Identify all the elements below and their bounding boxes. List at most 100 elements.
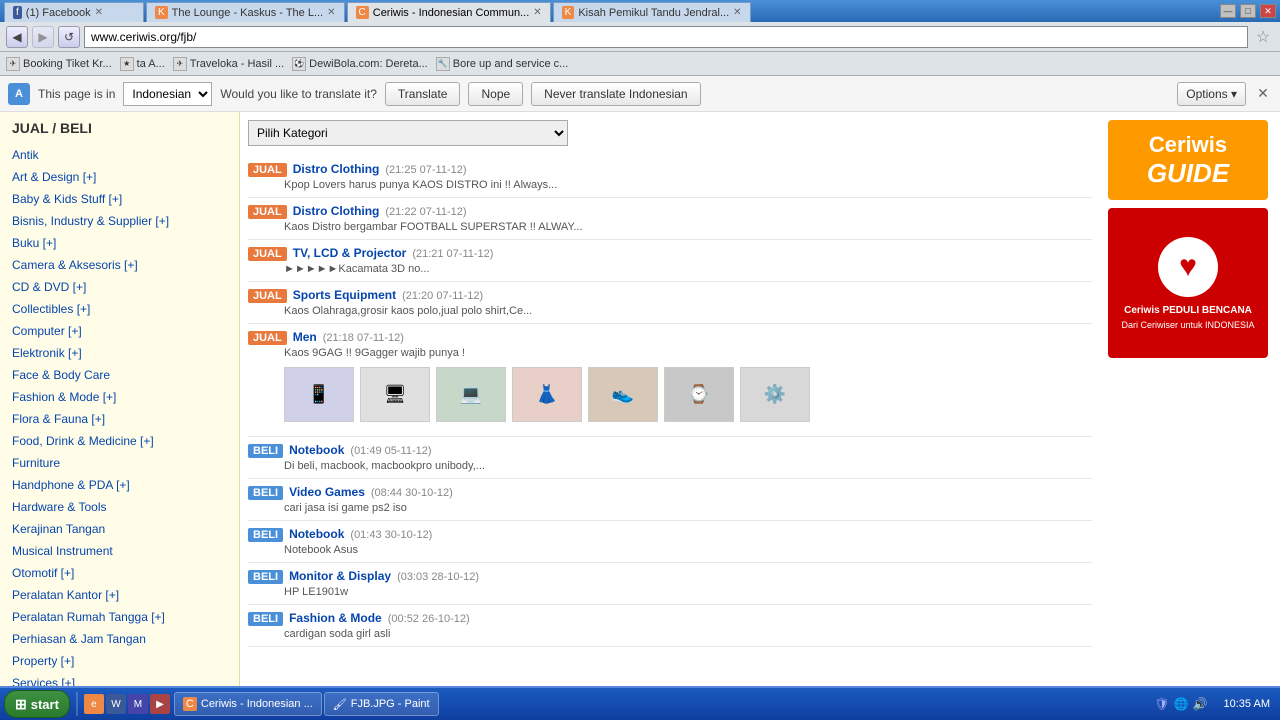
minimize-button[interactable]: — <box>1220 4 1236 18</box>
start-button[interactable]: ⊞ start <box>4 690 70 718</box>
listing-9-header: BELI Fashion & Mode (00:52 26-10-12) <box>248 611 1092 626</box>
tray-network-icon: 🌐 <box>1174 697 1189 711</box>
listing-8-category[interactable]: Monitor & Display <box>289 569 391 583</box>
sidebar-item-cd[interactable]: CD & DVD [+] <box>12 276 227 298</box>
translate-button[interactable]: Translate <box>385 82 461 106</box>
listing-9-category[interactable]: Fashion & Mode <box>289 611 382 625</box>
back-button[interactable]: ◀ <box>6 26 28 48</box>
sidebar-item-flora[interactable]: Flora & Fauna [+] <box>12 408 227 430</box>
sidebar-item-otomotif[interactable]: Otomotif [+] <box>12 562 227 584</box>
sidebar-item-perhiasan[interactable]: Perhiasan & Jam Tangan <box>12 628 227 650</box>
nope-button[interactable]: Nope <box>468 82 523 106</box>
sidebar-item-services[interactable]: Services [+] <box>12 672 227 686</box>
sidebar-item-baby[interactable]: Baby & Kids Stuff [+] <box>12 188 227 210</box>
listing-4-header: JUAL Men (21:18 07-11-12) <box>248 330 1092 345</box>
taskbar-ceriwis[interactable]: C Ceriwis - Indonesian ... <box>174 692 322 716</box>
maximize-button[interactable]: □ <box>1240 4 1256 18</box>
tab-ceriwis[interactable]: C Ceriwis - Indonesian Commun... ✕ <box>347 2 551 22</box>
language-select[interactable]: Indonesian <box>123 82 212 106</box>
sidebar-item-bisnis[interactable]: Bisnis, Industry & Supplier [+] <box>12 210 227 232</box>
quick-launch-3[interactable]: M <box>128 694 148 714</box>
translate-question-label: Would you like to translate it? <box>220 87 377 101</box>
sidebar-item-property[interactable]: Property [+] <box>12 650 227 672</box>
sidebar-item-elektronik[interactable]: Elektronik [+] <box>12 342 227 364</box>
ceriwis-guide-label: GUIDE <box>1147 158 1229 189</box>
close-button[interactable]: ✕ <box>1260 4 1276 18</box>
sidebar-item-antik[interactable]: Antik <box>12 144 227 166</box>
product-thumb-4: 👟 <box>588 367 658 422</box>
forward-button[interactable]: ▶ <box>32 26 54 48</box>
quick-launch-ie[interactable]: e <box>84 694 104 714</box>
listing-0-category[interactable]: Distro Clothing <box>293 162 380 176</box>
listing-6-category[interactable]: Video Games <box>289 485 365 499</box>
tab-facebook[interactable]: f (1) Facebook ✕ <box>4 2 144 22</box>
tab-ceriwis-close[interactable]: ✕ <box>533 7 541 18</box>
sidebar-item-furniture[interactable]: Furniture <box>12 452 227 474</box>
bookmark-dewibola[interactable]: ⚽ DewiBola.com: Dereta... <box>292 57 428 71</box>
sidebar-item-computer[interactable]: Computer [+] <box>12 320 227 342</box>
sidebar-item-peralatan-rumah[interactable]: Peralatan Rumah Tangga [+] <box>12 606 227 628</box>
listing-5-category[interactable]: Notebook <box>289 443 344 457</box>
bookmark-ta[interactable]: ★ ta A... <box>120 57 165 71</box>
right-sidebar: Ceriwis GUIDE ♥ Ceriwis PEDULI BENCANA D… <box>1100 112 1280 686</box>
address-bar[interactable] <box>84 26 1248 48</box>
tab-facebook-close[interactable]: ✕ <box>95 7 103 18</box>
listing-1-category[interactable]: Distro Clothing <box>293 204 380 218</box>
sidebar-item-face[interactable]: Face & Body Care <box>12 364 227 386</box>
listing-4-category[interactable]: Men <box>293 330 317 344</box>
tab-lounge-close[interactable]: ✕ <box>327 7 335 18</box>
listing-0: JUAL Distro Clothing (21:25 07-11-12) Kp… <box>248 156 1092 198</box>
bookmark-booking[interactable]: ✈ Booking Tiket Kr... <box>6 57 112 71</box>
listing-7-category[interactable]: Notebook <box>289 527 344 541</box>
content-area: JUAL / BELI Antik Art & Design [+] Baby … <box>0 112 1280 686</box>
listing-6-badge: BELI <box>248 486 283 500</box>
tab-kisah-close[interactable]: ✕ <box>733 7 741 18</box>
tab-kisah[interactable]: K Kisah Pemikul Tandu Jendral... ✕ <box>553 2 751 22</box>
listing-6: BELI Video Games (08:44 30-10-12) cari j… <box>248 479 1092 521</box>
main-panel: Pilih Kategori JUAL Distro Clothing (21:… <box>240 112 1100 686</box>
options-button[interactable]: Options ▾ <box>1177 82 1246 106</box>
listing-9-desc: cardigan soda girl asli <box>248 628 1092 640</box>
sidebar-item-buku[interactable]: Buku [+] <box>12 232 227 254</box>
quick-launch-4[interactable]: ▶ <box>150 694 170 714</box>
tab-kisah-label: Kisah Pemikul Tandu Jendral... <box>578 7 729 19</box>
tab-lounge[interactable]: K The Lounge - Kaskus - The L... ✕ <box>146 2 345 22</box>
listing-1-header: JUAL Distro Clothing (21:22 07-11-12) <box>248 204 1092 219</box>
never-translate-button[interactable]: Never translate Indonesian <box>531 82 700 106</box>
listing-8-time: (03:03 28-10-12) <box>397 571 479 583</box>
taskbar-paint[interactable]: 🖌 FJB.JPG - Paint <box>324 692 439 716</box>
close-translate-button[interactable]: ✕ <box>1254 85 1272 103</box>
listing-2-category[interactable]: TV, LCD & Projector <box>293 246 407 260</box>
sidebar-item-camera[interactable]: Camera & Aksesoris [+] <box>12 254 227 276</box>
quick-launch-2[interactable]: W <box>106 694 126 714</box>
bookmark-star-icon[interactable]: ☆ <box>1252 26 1274 48</box>
tab-facebook-label: (1) Facebook <box>26 7 91 19</box>
sidebar-item-peralatan-kantor[interactable]: Peralatan Kantor [+] <box>12 584 227 606</box>
sidebar-item-fashion[interactable]: Fashion & Mode [+] <box>12 386 227 408</box>
translate-page-in-label: This page is in <box>38 87 115 101</box>
sidebar-item-kerajinan[interactable]: Kerajinan Tangan <box>12 518 227 540</box>
listing-3-time: (21:20 07-11-12) <box>402 290 483 302</box>
sidebar-item-food[interactable]: Food, Drink & Medicine [+] <box>12 430 227 452</box>
bookmark-bore-label: Bore up and service c... <box>453 58 569 70</box>
ceriwis-guide-ad[interactable]: Ceriwis GUIDE <box>1108 120 1268 200</box>
bookmark-traveloka[interactable]: ✈ Traveloka - Hasil ... <box>173 57 284 71</box>
bookmark-bore[interactable]: 🔧 Bore up and service c... <box>436 57 569 71</box>
listing-8-desc: HP LE1901w <box>248 586 1092 598</box>
refresh-button[interactable]: ↺ <box>58 26 80 48</box>
category-dropdown[interactable]: Pilih Kategori <box>248 120 568 146</box>
listing-6-time: (08:44 30-10-12) <box>371 487 453 499</box>
sidebar-item-handphone[interactable]: Handphone & PDA [+] <box>12 474 227 496</box>
ceriwis-bencana-ad[interactable]: ♥ Ceriwis PEDULI BENCANA Dari Ceriwiser … <box>1108 208 1268 358</box>
sidebar-item-musical[interactable]: Musical Instrument <box>12 540 227 562</box>
sidebar-item-hardware[interactable]: Hardware & Tools <box>12 496 227 518</box>
listing-3-category[interactable]: Sports Equipment <box>293 288 396 302</box>
listing-5: BELI Notebook (01:49 05-11-12) Di beli, … <box>248 437 1092 479</box>
listing-7-desc: Notebook Asus <box>248 544 1092 556</box>
listing-6-header: BELI Video Games (08:44 30-10-12) <box>248 485 1092 500</box>
sidebar-item-collectibles[interactable]: Collectibles [+] <box>12 298 227 320</box>
tab-strip: f (1) Facebook ✕ K The Lounge - Kaskus -… <box>4 0 751 22</box>
sidebar-item-art[interactable]: Art & Design [+] <box>12 166 227 188</box>
ceriwis-guide-banner: Ceriwis GUIDE <box>1108 120 1268 200</box>
system-tray: 🛡 🌐 🔊 <box>1148 697 1213 711</box>
